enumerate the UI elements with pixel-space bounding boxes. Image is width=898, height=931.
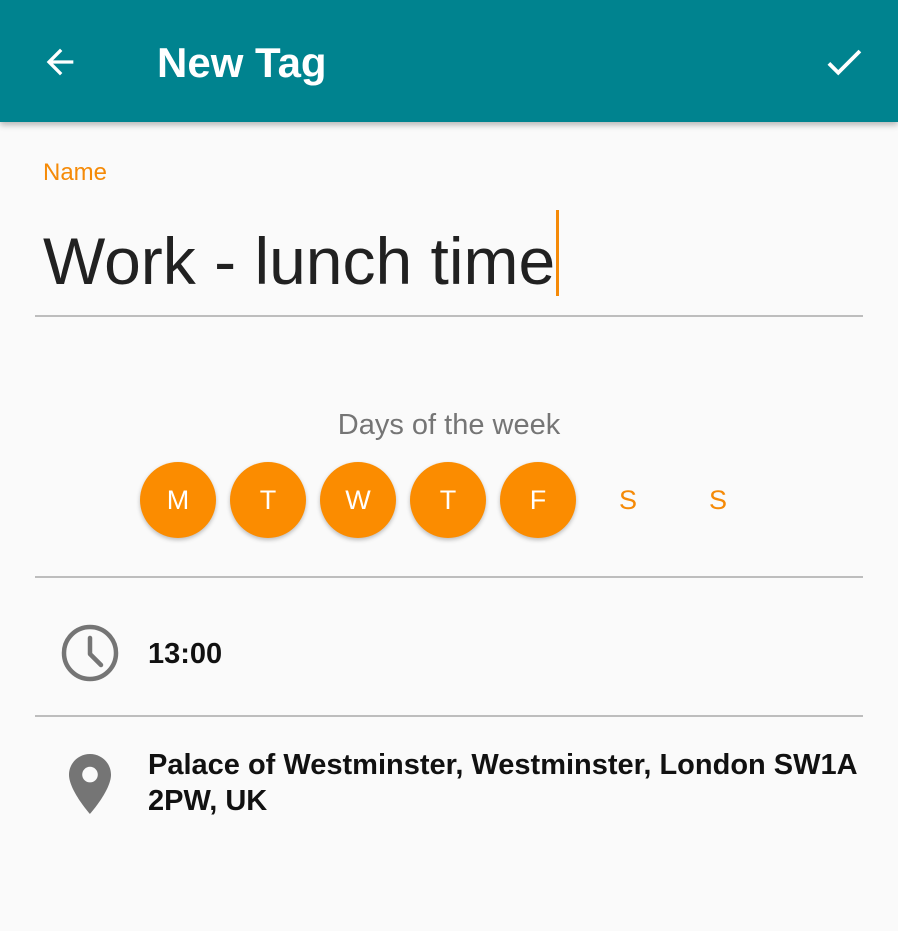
day-toggle[interactable]: T (410, 462, 486, 538)
divider (35, 715, 863, 717)
day-toggle[interactable]: S (680, 462, 756, 538)
name-value-text: Work - lunch time (43, 224, 556, 298)
day-toggle-label: M (166, 484, 190, 515)
day-toggle-label: F (529, 484, 547, 515)
name-field-underline (35, 315, 863, 317)
day-toggle-label: T (439, 484, 457, 515)
day-toggle[interactable]: W (320, 462, 396, 538)
save-button[interactable] (812, 30, 876, 94)
name-field-label: Name (43, 159, 108, 186)
text-cursor (556, 210, 560, 296)
day-toggle-label: S (708, 484, 727, 515)
day-toggle[interactable]: M (140, 462, 216, 538)
day-toggle-label: S (618, 484, 637, 515)
page-title: New Tag (157, 39, 327, 86)
time-value[interactable]: 13:00 (148, 636, 222, 672)
location-address[interactable]: Palace of Westminster, Westminster, Lond… (148, 747, 868, 819)
name-input[interactable]: Work - lunch time (35, 196, 863, 318)
days-of-week-label: Days of the week (337, 409, 561, 441)
back-button[interactable] (28, 30, 92, 94)
clock-icon (60, 623, 120, 683)
name-input-value: Work - lunch time (43, 210, 560, 301)
day-toggle[interactable]: F (500, 462, 576, 538)
day-toggle[interactable]: S (590, 462, 666, 538)
day-toggle-label: W (345, 484, 371, 515)
day-toggle[interactable]: T (230, 462, 306, 538)
divider (35, 576, 863, 578)
location-pin-icon (66, 752, 114, 816)
check-icon (827, 49, 862, 76)
day-toggle-label: T (259, 484, 277, 515)
arrow-back-icon (46, 48, 74, 76)
new-tag-screen: New Tag Name Work - lunch time Days of t… (0, 0, 898, 931)
app-bar: New Tag (0, 0, 898, 122)
